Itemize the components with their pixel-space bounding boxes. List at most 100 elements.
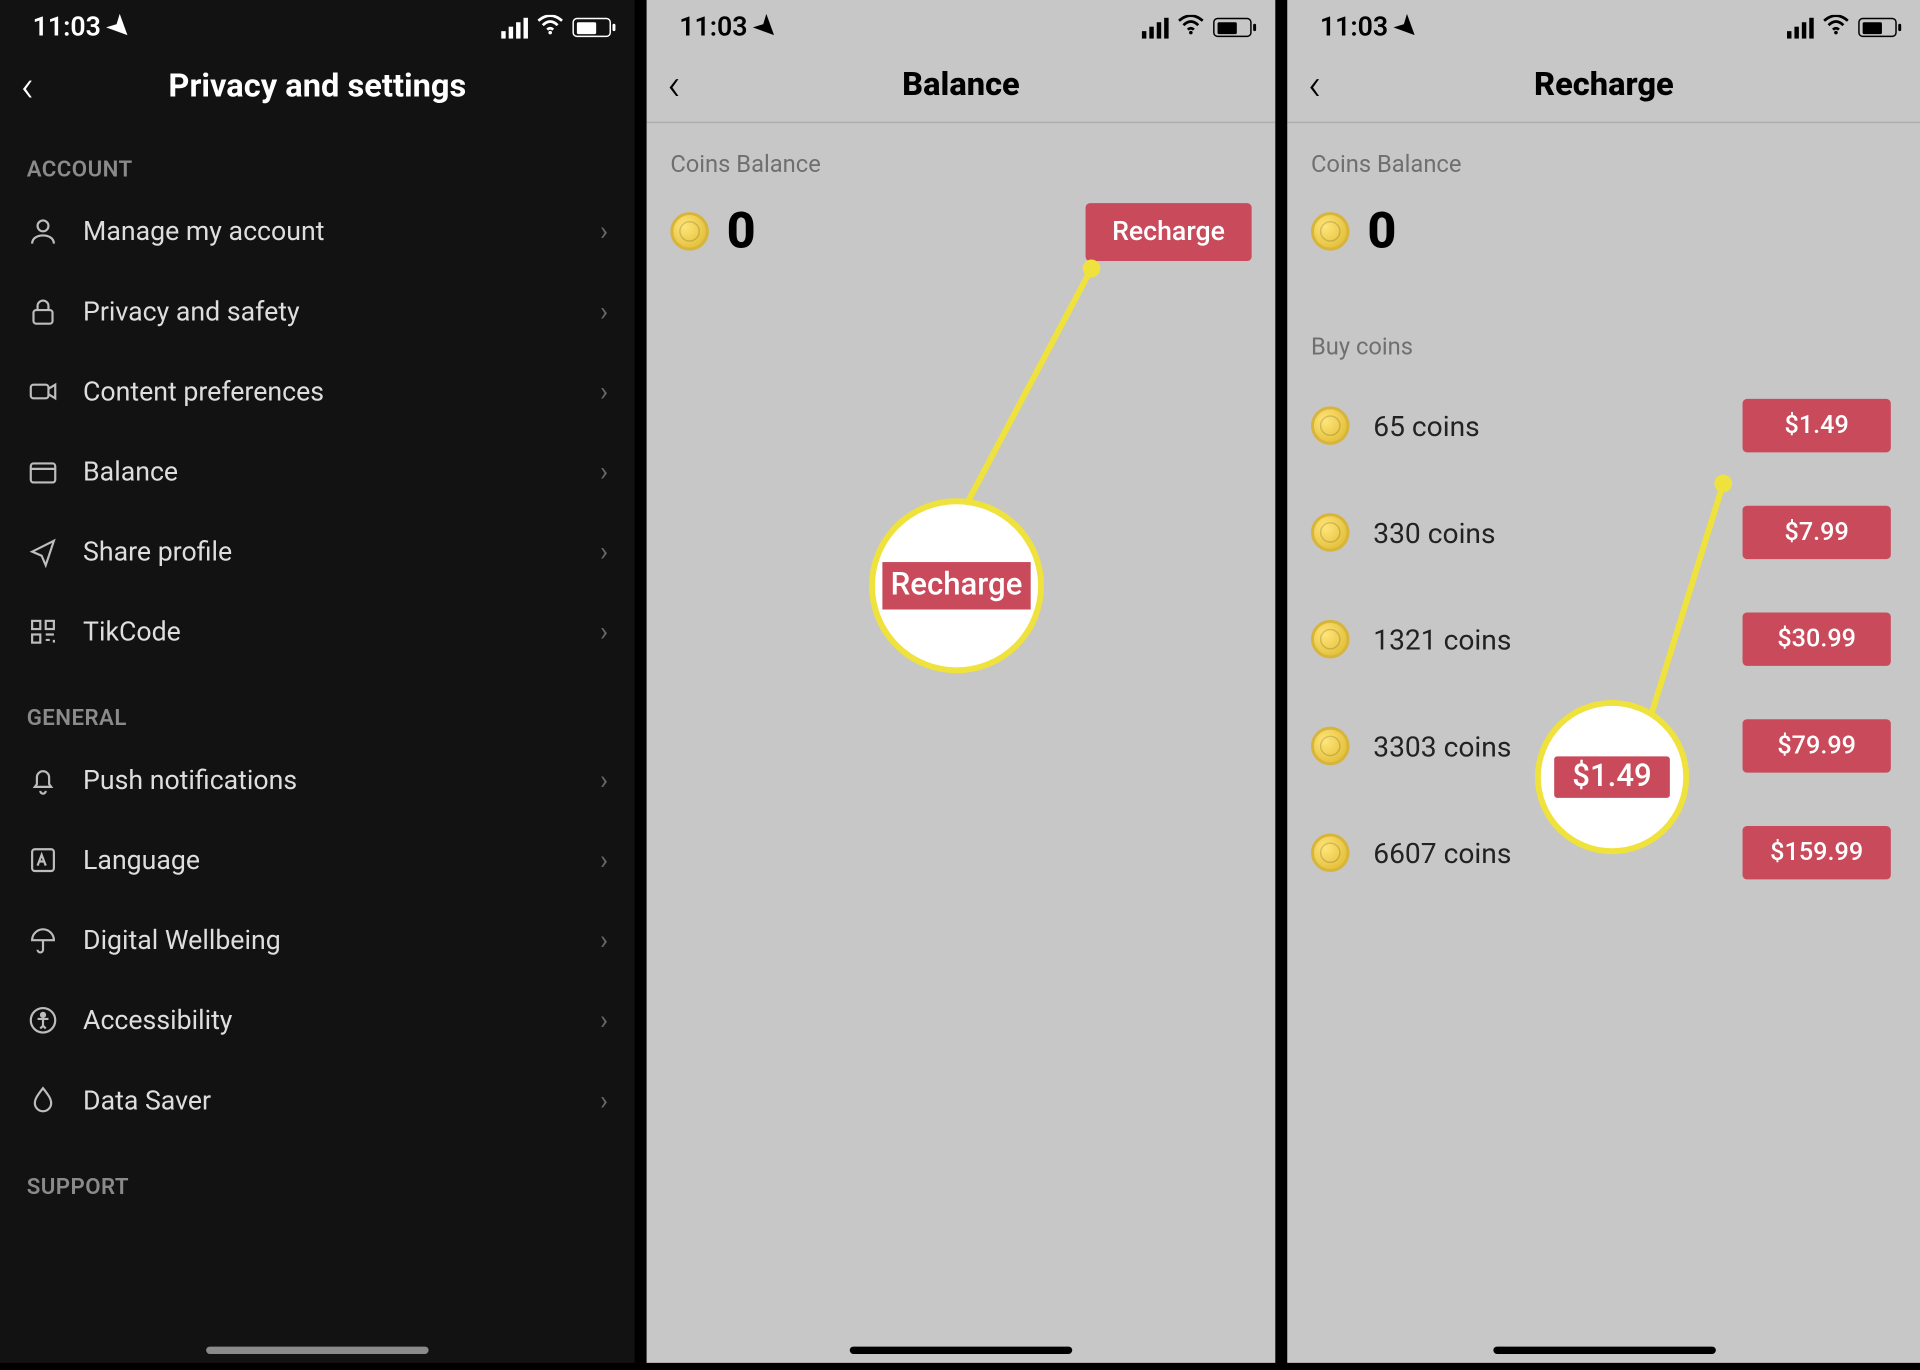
annotation-dot (1083, 260, 1101, 278)
battery-icon (572, 18, 611, 37)
item-label: Language (83, 845, 200, 876)
balance-value: 0 (1367, 202, 1396, 261)
page-title: Balance (902, 67, 1020, 104)
item-content-prefs[interactable]: Content preferences› (0, 351, 635, 431)
back-button[interactable]: ‹ (1308, 59, 1321, 111)
item-push-notifications[interactable]: Push notifications› (0, 740, 635, 820)
item-label: Privacy and safety (83, 296, 300, 327)
item-share-profile[interactable]: Share profile› (0, 512, 635, 592)
chevron-right-icon: › (600, 1005, 608, 1036)
nav-bar: ‹ Recharge (1287, 49, 1920, 123)
wifi-icon (537, 12, 564, 43)
chevron-right-icon: › (600, 456, 608, 487)
package-label: 6607 coins (1373, 836, 1511, 870)
chevron-right-icon: › (600, 376, 608, 407)
separator (635, 0, 647, 1363)
coins-balance-label: Coins Balance (1287, 123, 1920, 187)
price-button[interactable]: $159.99 (1743, 826, 1891, 879)
signal-icon (1787, 17, 1814, 38)
wifi-icon (1178, 12, 1205, 43)
item-digital-wellbeing[interactable]: Digital Wellbeing› (0, 900, 635, 980)
item-data-saver[interactable]: Data Saver › (0, 1060, 635, 1140)
wallet-icon (27, 455, 60, 488)
home-indicator[interactable] (206, 1347, 428, 1354)
page-title: Recharge (1534, 67, 1674, 104)
item-accessibility[interactable]: Accessibility › (0, 980, 635, 1060)
item-label: Accessibility (83, 1005, 232, 1036)
nav-bar: ‹ Privacy and settings (0, 49, 635, 123)
home-indicator[interactable] (1493, 1347, 1715, 1354)
package-label: 65 coins (1373, 409, 1479, 443)
chevron-right-icon: › (600, 616, 608, 647)
section-header-support: SUPPORT (0, 1140, 635, 1208)
item-label: Data Saver (83, 1085, 211, 1116)
item-label: TikCode (83, 616, 181, 647)
accessibility-icon (27, 1004, 60, 1037)
recharge-button[interactable]: Recharge (1085, 202, 1251, 260)
chevron-right-icon: › (600, 296, 608, 327)
annotation-dot (1714, 475, 1732, 493)
balance-screen: 11:03 ➤ ‹ Balance Coins Balance 0 Rechar… (647, 0, 1276, 1363)
item-balance[interactable]: Balance› (0, 432, 635, 512)
settings-list[interactable]: ACCOUNT Manage my account › Privacy and s… (0, 123, 635, 1209)
balance-row: 0 Recharge (647, 187, 1276, 261)
coins-balance-label: Coins Balance (647, 123, 1276, 187)
signal-icon (501, 17, 528, 38)
page-title: Privacy and settings (168, 67, 466, 104)
price-button[interactable]: $7.99 (1743, 506, 1891, 559)
nav-bar: ‹ Balance (647, 49, 1276, 123)
droplet-icon (27, 1084, 60, 1117)
back-button[interactable]: ‹ (21, 60, 34, 112)
balance-value: 0 (727, 202, 756, 261)
package-label: 330 coins (1373, 515, 1495, 549)
item-language[interactable]: Language › (0, 820, 635, 900)
annotation-callout-text: $1.49 (1554, 756, 1670, 798)
chevron-right-icon: › (600, 845, 608, 876)
coin-icon (1311, 406, 1350, 445)
back-button[interactable]: ‹ (667, 59, 680, 111)
coin-package-row: 1321 coins $30.99 (1287, 586, 1920, 693)
share-icon (27, 535, 60, 568)
status-time: 11:03 (1320, 12, 1388, 43)
wifi-icon (1823, 12, 1850, 43)
chevron-right-icon: › (600, 216, 608, 247)
location-icon: ➤ (100, 9, 138, 47)
location-icon: ➤ (746, 9, 784, 47)
item-tikcode[interactable]: TikCode › (0, 592, 635, 672)
coin-icon (1311, 212, 1350, 251)
coin-icon (1311, 727, 1350, 766)
chevron-right-icon: › (600, 1085, 608, 1116)
section-header-general: GENERAL (0, 672, 635, 740)
qrcode-icon (27, 615, 60, 648)
status-bar: 11:03 ➤ (1287, 0, 1920, 49)
status-time: 11:03 (33, 12, 101, 43)
signal-icon (1142, 17, 1169, 38)
settings-screen: 11:03 ➤ ‹ Privacy and settings ACCOUNT M… (0, 0, 635, 1363)
item-label: Manage my account (83, 216, 324, 247)
item-label: Share profile (83, 536, 232, 567)
umbrella-icon (27, 924, 60, 957)
buy-coins-label: Buy coins (1287, 261, 1920, 372)
home-indicator[interactable] (850, 1347, 1072, 1354)
price-button[interactable]: $1.49 (1743, 399, 1891, 452)
chevron-right-icon: › (600, 764, 608, 795)
package-label: 3303 coins (1373, 729, 1511, 763)
status-time: 11:03 (679, 12, 747, 43)
status-bar: 11:03 ➤ (647, 0, 1276, 49)
video-icon (27, 375, 60, 408)
lock-icon (27, 295, 60, 328)
status-bar: 11:03 ➤ (0, 0, 635, 49)
item-privacy-safety[interactable]: Privacy and safety › (0, 271, 635, 351)
coin-package-row: 65 coins $1.49 (1287, 372, 1920, 479)
location-icon: ➤ (1387, 9, 1425, 47)
package-label: 1321 coins (1373, 622, 1511, 656)
price-button[interactable]: $30.99 (1743, 612, 1891, 665)
coin-icon (1311, 833, 1350, 872)
annotation-callout-text: Recharge (882, 562, 1030, 609)
balance-row: 0 (1287, 187, 1920, 261)
annotation-callout-price: $1.49 (1535, 700, 1689, 854)
battery-icon (1858, 18, 1897, 37)
section-header-account: ACCOUNT (0, 123, 635, 191)
item-manage-account[interactable]: Manage my account › (0, 191, 635, 271)
price-button[interactable]: $79.99 (1743, 719, 1891, 772)
